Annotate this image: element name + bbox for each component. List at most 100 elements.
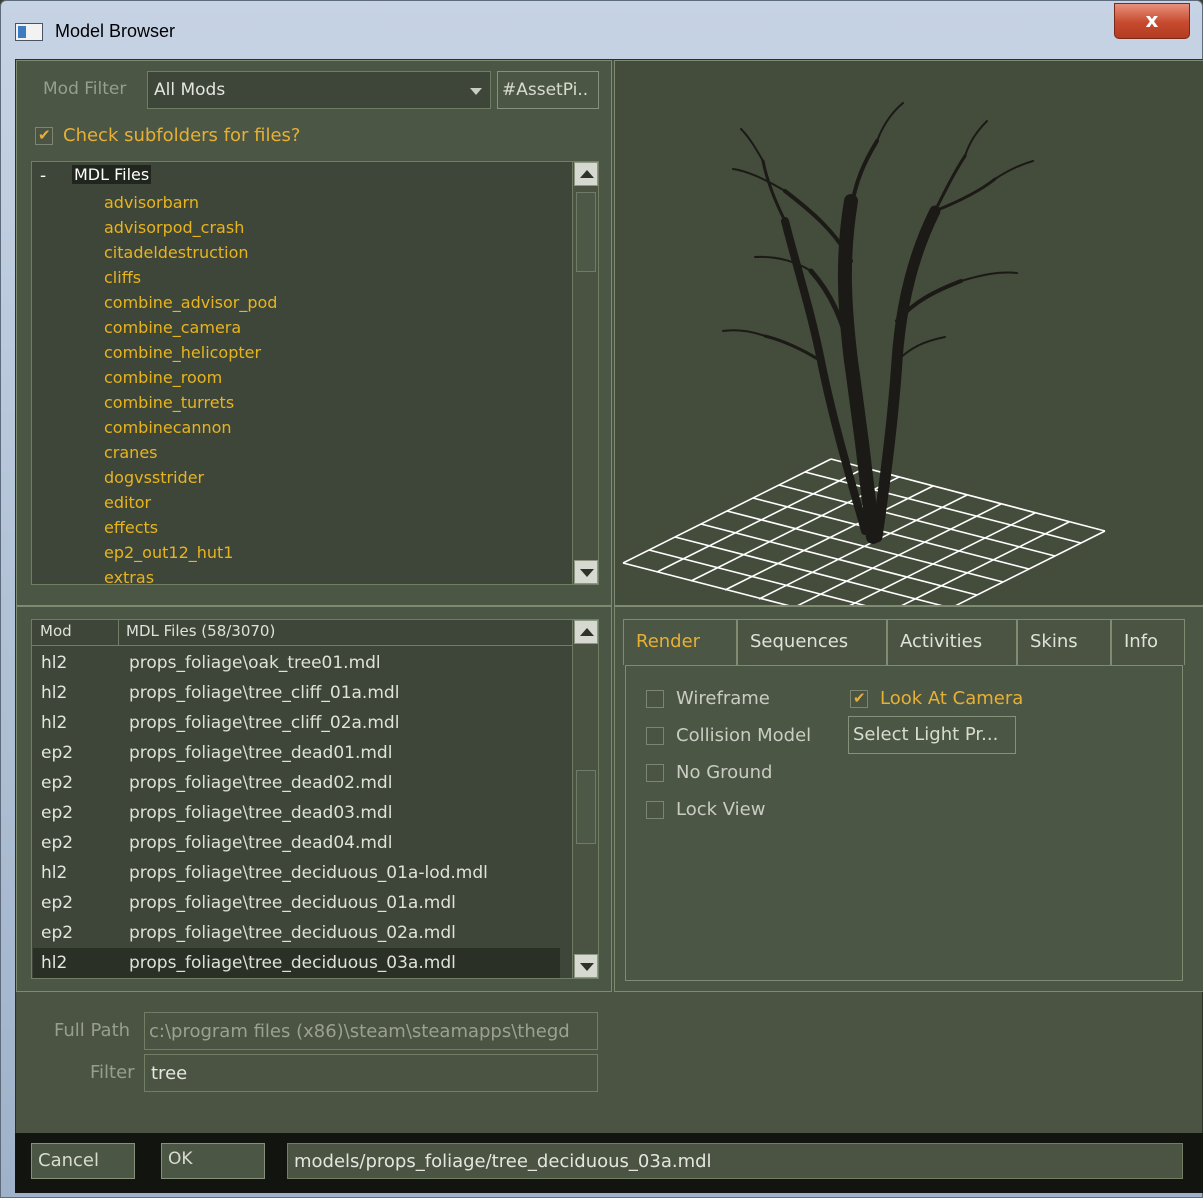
row-file: props_foliage\tree_dead02.mdl [129,773,393,793]
footer: Cancel OK models/props_foliage/tree_deci… [15,1133,1203,1193]
table-row[interactable]: ep2 props_foliage\tree_deciduous_02a.mdl [33,918,560,948]
tree-folder-item[interactable]: combine_turrets [104,390,234,415]
tree-model-preview [622,102,1106,635]
chevron-down-icon [470,88,482,95]
tree-folder-item[interactable]: cliffs [104,265,141,290]
table-row[interactable]: ep2 props_foliage\tree_dead04.mdl [33,828,560,858]
selected-model-path[interactable]: models/props_foliage/tree_deciduous_03a.… [287,1143,1183,1179]
mod-filter-value: All Mods [154,80,226,100]
row-file: props_foliage\tree_deciduous_01a.mdl [129,893,456,913]
tree-root[interactable]: MDL Files [72,165,152,184]
collision-model-label[interactable]: Collision Model [676,725,811,746]
row-mod: hl2 [41,713,68,733]
row-mod: ep2 [41,803,74,823]
file-table[interactable]: Mod MDL Files (58/3070) hl2 props_foliage… [31,619,599,979]
row-mod: ep2 [41,833,74,853]
col-files-header[interactable]: MDL Files (58/3070) [126,622,275,640]
no-ground-checkbox[interactable] [646,764,664,782]
folder-tree[interactable]: - MDL Files advisorbarn advisorpod_crash c… [31,161,599,585]
table-row[interactable]: ep2 props_foliage\tree_dead03.mdl [33,798,560,828]
table-row[interactable]: hl2 props_foliage\tree_deciduous_03b.mdl [33,978,560,979]
col-mod-header[interactable]: Mod [40,622,72,640]
ok-button[interactable]: OK [161,1143,265,1179]
row-file: props_foliage\tree_cliff_02a.mdl [129,713,400,733]
tree-folder-item[interactable]: effects [104,515,158,540]
tree-folder-item[interactable]: combine_advisor_pod [104,290,277,315]
row-file: props_foliage\tree_dead03.mdl [129,803,393,823]
table-row[interactable]: hl2 props_foliage\tree_deciduous_01a-lod.… [33,858,560,888]
row-file: props_foliage\tree_dead04.mdl [129,833,393,853]
row-file: props_foliage\tree_deciduous_03b.mdl [129,978,456,979]
mod-filter-label: Mod Filter [43,79,127,99]
tab-skins[interactable]: Skins [1017,619,1111,665]
row-mod: hl2 [41,978,67,979]
lock-view-label[interactable]: Lock View [676,799,765,820]
row-mod: hl2 [41,683,68,703]
subfolders-label[interactable]: Check subfolders for files? [63,125,300,146]
tree-folder-item[interactable]: advisorpod_crash [104,215,244,240]
tree-folder-item[interactable]: citadeldestruction [104,240,249,265]
row-file: props_foliage\tree_cliff_01a.mdl [129,683,400,703]
tab-activities[interactable]: Activities [887,619,1017,665]
table-row[interactable]: hl2 props_foliage\tree_cliff_02a.mdl [33,708,560,738]
collision-model-checkbox[interactable] [646,727,664,745]
table-row[interactable]: ep2 props_foliage\tree_dead02.mdl [33,768,560,798]
folder-panel: Mod Filter All Mods #AssetPi.. Check sub… [16,60,612,606]
row-file: props_foliage\tree_deciduous_01a-lod.mdl [129,863,488,883]
scroll-down-icon[interactable] [574,954,598,978]
row-file: props_foliage\tree_deciduous_03a.mdl [129,953,456,973]
tree-folder-item[interactable]: ep2_out12_hut1 [104,540,233,565]
tree-folder-item[interactable]: dogvsstrider [104,465,204,490]
table-row[interactable]: hl2 props_foliage\oak_tree01.mdl [33,648,560,678]
table-row[interactable]: hl2 props_foliage\tree_cliff_01a.mdl [33,678,560,708]
scroll-thumb[interactable] [576,770,596,844]
row-file: props_foliage\tree_dead01.mdl [129,743,393,763]
tree-folder-item[interactable]: extras [104,565,154,584]
selected-model-path-value: models/props_foliage/tree_deciduous_03a.… [294,1151,712,1172]
tab-info[interactable]: Info [1111,619,1185,665]
title-bar[interactable]: Model Browser x [1,1,1202,59]
tab-render[interactable]: Render [623,619,737,665]
row-mod: ep2 [41,743,74,763]
tree-folder-item[interactable]: combinecannon [104,415,232,440]
subfolders-checkbox[interactable] [35,126,53,145]
tree-folder-item[interactable]: combine_room [104,365,222,390]
tree-folder-item[interactable]: combine_camera [104,315,241,340]
look-at-camera-label[interactable]: Look At Camera [880,688,1023,709]
render-tab-content: Wireframe Look At Camera Collision Model… [625,665,1183,981]
row-file: props_foliage\tree_deciduous_02a.mdl [129,923,456,943]
no-ground-label[interactable]: No Ground [676,762,772,783]
scroll-thumb[interactable] [576,192,596,272]
look-at-camera-checkbox[interactable] [850,689,868,708]
table-row[interactable]: ep2 props_foliage\tree_dead01.mdl [33,738,560,768]
scroll-up-icon[interactable] [574,620,598,644]
wireframe-label[interactable]: Wireframe [676,688,770,709]
model-preview-viewport[interactable] [614,60,1203,635]
table-row[interactable]: hl2 props_foliage\tree_deciduous_03a.mdl [33,948,560,978]
tree-folder-item[interactable]: cranes [104,440,158,465]
row-mod: hl2 [41,863,68,883]
table-row[interactable]: ep2 props_foliage\tree_deciduous_01a.mdl [33,888,560,918]
close-button[interactable]: x [1114,3,1190,39]
row-mod: ep2 [41,893,74,913]
cancel-button[interactable]: Cancel [31,1143,135,1179]
select-light-preset-button[interactable]: Select Light Pr... [848,716,1016,754]
table-scrollbar[interactable] [572,620,598,978]
scroll-up-icon[interactable] [574,162,598,186]
tree-folder-item[interactable]: editor [104,490,151,515]
lock-view-checkbox[interactable] [646,801,664,819]
collapse-toggle[interactable]: - [40,166,46,186]
row-mod: hl2 [41,653,68,673]
mod-filter-dropdown[interactable]: All Mods [147,71,491,109]
tree-folder-item[interactable]: advisorbarn [104,190,199,215]
asset-picker-button[interactable]: #AssetPi.. [497,71,599,109]
model-browser-window: Model Browser x Mod Filter All Mods #Ass… [0,0,1203,1198]
tree-scrollbar[interactable] [572,162,598,584]
app-icon [15,23,43,41]
row-mod: ep2 [41,923,74,943]
scroll-down-icon[interactable] [574,560,598,584]
tab-sequences[interactable]: Sequences [737,619,887,665]
row-mod: ep2 [41,773,74,793]
tree-folder-item[interactable]: combine_helicopter [104,340,261,365]
wireframe-checkbox[interactable] [646,690,664,708]
